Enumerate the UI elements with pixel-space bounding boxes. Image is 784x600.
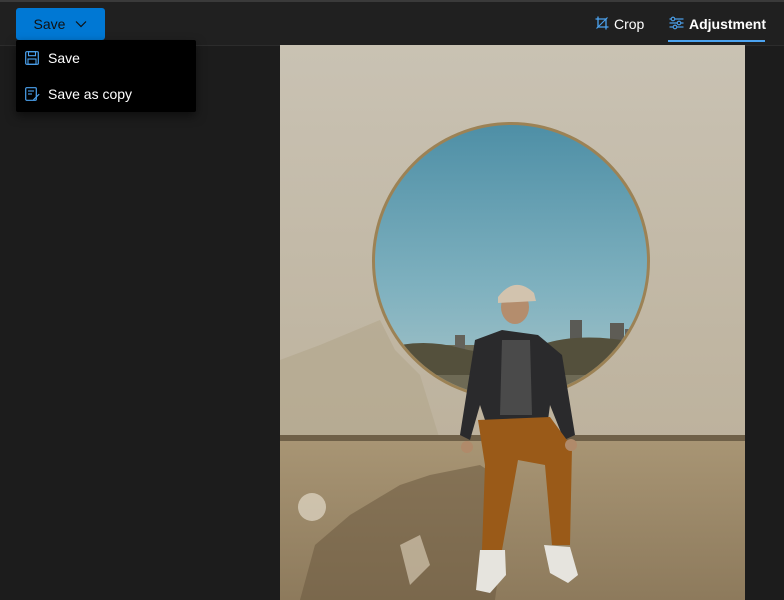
tab-crop-label: Crop	[614, 16, 645, 32]
menu-item-save[interactable]: Save	[16, 40, 196, 76]
tab-adjustment-label: Adjustment	[689, 16, 766, 32]
photo-editor-window: Save Crop Adjustment Save Save as copy	[0, 0, 784, 600]
save-dropdown-menu: Save Save as copy	[16, 40, 196, 112]
save-icon	[24, 50, 40, 66]
edited-photo	[280, 45, 745, 600]
sliders-icon	[669, 16, 684, 33]
menu-item-save-label: Save	[48, 50, 80, 66]
menu-item-save-as-copy-label: Save as copy	[48, 86, 133, 102]
save-as-copy-icon	[24, 86, 40, 102]
chevron-down-icon	[75, 20, 87, 28]
active-tab-indicator	[668, 40, 765, 42]
tab-adjustment[interactable]: Adjustment	[669, 8, 766, 40]
photo-canvas[interactable]	[280, 45, 745, 600]
tab-crop[interactable]: Crop	[595, 8, 644, 40]
menu-item-save-as-copy[interactable]: Save as copy	[16, 76, 196, 112]
save-dropdown-button[interactable]: Save	[16, 8, 105, 40]
save-button-label: Save	[33, 16, 66, 32]
crop-icon	[595, 16, 609, 33]
